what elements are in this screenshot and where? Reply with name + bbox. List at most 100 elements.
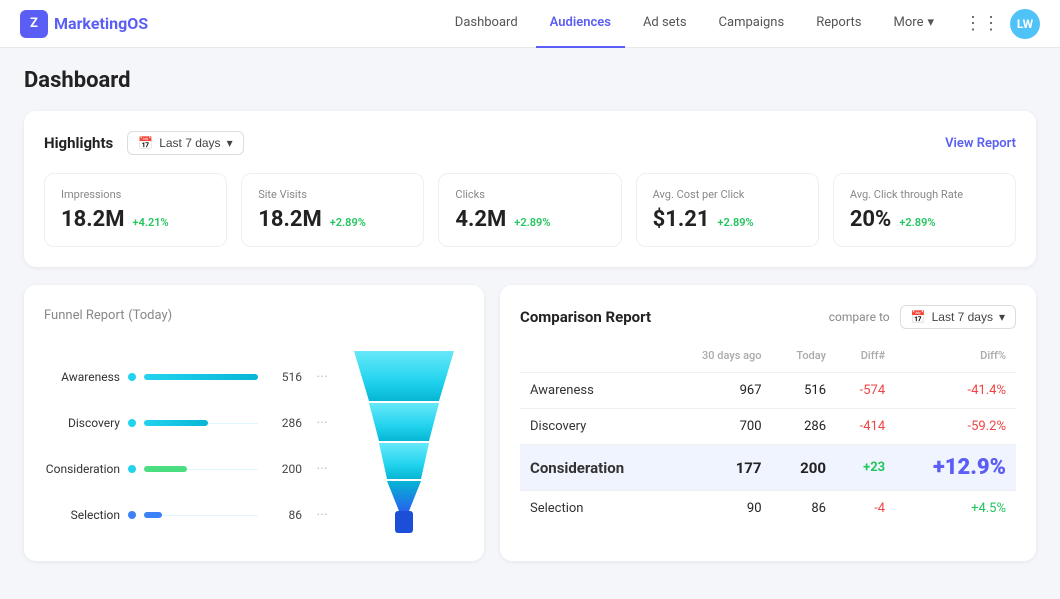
row-consideration-today: 200 — [772, 445, 836, 491]
comparison-title: Comparison Report — [520, 308, 651, 326]
chevron-down-icon: ▾ — [227, 136, 233, 150]
funnel-dot-awareness — [128, 373, 136, 381]
funnel-label-awareness: Awareness — [44, 370, 120, 384]
comparison-card: Comparison Report compare to 📅 Last 7 da… — [500, 285, 1036, 561]
row-discovery-ago: 700 — [668, 409, 771, 445]
funnel-action-selection[interactable]: ··· — [310, 507, 334, 523]
highlights-card: Highlights 📅 Last 7 days ▾ View Report I… — [24, 111, 1036, 267]
metric-cost-per-click-value: $1.21 — [653, 207, 710, 232]
funnel-dot-selection — [128, 511, 136, 519]
comparison-table-body: Awareness 967 516 -574 -41.4% Discovery … — [520, 373, 1016, 527]
metric-cost-per-click-label: Avg. Cost per Click — [653, 188, 802, 201]
row-label-consideration: Consideration — [520, 445, 668, 491]
funnel-count-discovery: 286 — [266, 416, 302, 430]
logo-name: Marketing — [54, 14, 127, 33]
bottom-section: Funnel Report (Today) Awareness 516 ··· — [24, 285, 1036, 579]
chevron-down-icon: ▾ — [999, 310, 1005, 324]
row-label-selection: Selection — [520, 491, 668, 527]
col-header-diffpct: Diff% — [895, 345, 1016, 373]
row-selection-diffpct: +4.5% — [895, 491, 1016, 527]
metric-impressions: Impressions 18.2M +4.21% — [44, 173, 227, 247]
highlights-header: Highlights 📅 Last 7 days ▾ View Report — [44, 131, 1016, 155]
calendar-icon: 📅 — [138, 136, 153, 150]
chevron-down-icon: ▾ — [927, 15, 934, 30]
metric-cost-per-click: Avg. Cost per Click $1.21 +2.89% — [636, 173, 819, 247]
row-selection-diffnum: -4 — [836, 491, 895, 527]
funnel-label-selection: Selection — [44, 508, 120, 522]
metric-impressions-value: 18.2M — [61, 207, 125, 232]
metric-site-visits-value: 18.2M — [258, 207, 322, 232]
nav-reports[interactable]: Reports — [802, 0, 875, 48]
funnel-bar-discovery — [144, 420, 258, 426]
comparison-table-header: 30 days ago Today Diff# Diff% — [520, 345, 1016, 373]
funnel-action-consideration[interactable]: ··· — [310, 461, 334, 477]
funnel-card: Funnel Report (Today) Awareness 516 ··· — [24, 285, 484, 561]
col-header-today: Today — [772, 345, 836, 373]
view-report-link[interactable]: View Report — [945, 136, 1016, 151]
nav-more[interactable]: More ▾ — [880, 0, 948, 48]
funnel-row-consideration: Consideration 200 ··· — [44, 461, 334, 477]
comparison-date-filter[interactable]: 📅 Last 7 days ▾ — [900, 305, 1016, 329]
row-discovery-diffnum: -414 — [836, 409, 895, 445]
logo-accent: OS — [127, 14, 148, 33]
col-header-diffnum: Diff# — [836, 345, 895, 373]
metric-site-visits-badge: +2.89% — [330, 216, 366, 229]
highlights-date-filter[interactable]: 📅 Last 7 days ▾ — [127, 131, 243, 155]
metric-clicks-label: Clicks — [455, 188, 604, 201]
col-header-label — [520, 345, 668, 373]
row-awareness-diffnum: -574 — [836, 373, 895, 409]
funnel-action-discovery[interactable]: ··· — [310, 415, 334, 431]
nav-dashboard[interactable]: Dashboard — [441, 0, 532, 48]
calendar-icon: 📅 — [911, 310, 926, 324]
navbar: Z MarketingOS Dashboard Audiences Ad set… — [0, 0, 1060, 48]
metric-clicks-badge: +2.89% — [514, 216, 550, 229]
row-consideration-diffpct: +12.9% — [895, 445, 1016, 491]
table-header-row: 30 days ago Today Diff# Diff% — [520, 345, 1016, 373]
metric-clicks-value: 4.2M — [455, 207, 506, 232]
row-discovery-diffpct: -59.2% — [895, 409, 1016, 445]
funnel-action-awareness[interactable]: ··· — [310, 369, 334, 385]
funnel-label-discovery: Discovery — [44, 416, 120, 430]
col-header-30days: 30 days ago — [668, 345, 771, 373]
row-consideration-ago: 177 — [668, 445, 771, 491]
funnel-dot-consideration — [128, 465, 136, 473]
row-label-awareness: Awareness — [520, 373, 668, 409]
funnel-row-selection: Selection 86 ··· — [44, 507, 334, 523]
nav-links: Dashboard Audiences Ad sets Campaigns Re… — [441, 0, 948, 48]
metric-ctr-label: Avg. Click through Rate — [850, 188, 999, 201]
row-awareness-ago: 967 — [668, 373, 771, 409]
logo-text: MarketingOS — [54, 14, 148, 33]
row-consideration-diffnum: +23 — [836, 445, 895, 491]
table-row-highlighted: Consideration 177 200 +23 +12.9% — [520, 445, 1016, 491]
funnel-rows: Awareness 516 ··· Discovery — [44, 341, 334, 541]
row-awareness-today: 516 — [772, 373, 836, 409]
table-row: Discovery 700 286 -414 -59.2% — [520, 409, 1016, 445]
funnel-report-title: Funnel Report (Today) — [44, 305, 464, 323]
row-discovery-today: 286 — [772, 409, 836, 445]
funnel-count-consideration: 200 — [266, 462, 302, 476]
row-selection-today: 86 — [772, 491, 836, 527]
metric-cost-per-click-badge: +2.89% — [717, 216, 753, 229]
avatar[interactable]: LW — [1010, 9, 1040, 39]
row-selection-ago: 90 — [668, 491, 771, 527]
comparison-header: Comparison Report compare to 📅 Last 7 da… — [520, 305, 1016, 329]
comparison-table: 30 days ago Today Diff# Diff% Awareness … — [520, 345, 1016, 526]
page-content: Dashboard Highlights 📅 Last 7 days ▾ Vie… — [0, 48, 1060, 599]
metric-site-visits-label: Site Visits — [258, 188, 407, 201]
funnel-bar-selection — [144, 512, 258, 518]
logo-area: Z MarketingOS — [20, 10, 148, 38]
nav-adsets[interactable]: Ad sets — [629, 0, 701, 48]
table-row: Selection 90 86 -4 +4.5% — [520, 491, 1016, 527]
metric-site-visits: Site Visits 18.2M +2.89% — [241, 173, 424, 247]
nav-icons: ⋮⋮ LW — [964, 9, 1040, 39]
funnel-count-awareness: 516 — [266, 370, 302, 384]
funnel-row-discovery: Discovery 286 ··· — [44, 415, 334, 431]
metrics-row: Impressions 18.2M +4.21% Site Visits 18.… — [44, 173, 1016, 247]
nav-audiences[interactable]: Audiences — [536, 0, 625, 48]
funnel-content: Awareness 516 ··· Discovery — [44, 341, 464, 541]
nav-campaigns[interactable]: Campaigns — [705, 0, 799, 48]
funnel-bar-consideration — [144, 466, 258, 472]
funnel-dot-discovery — [128, 419, 136, 427]
funnel-row-awareness: Awareness 516 ··· — [44, 369, 334, 385]
grid-icon[interactable]: ⋮⋮ — [964, 13, 1000, 34]
